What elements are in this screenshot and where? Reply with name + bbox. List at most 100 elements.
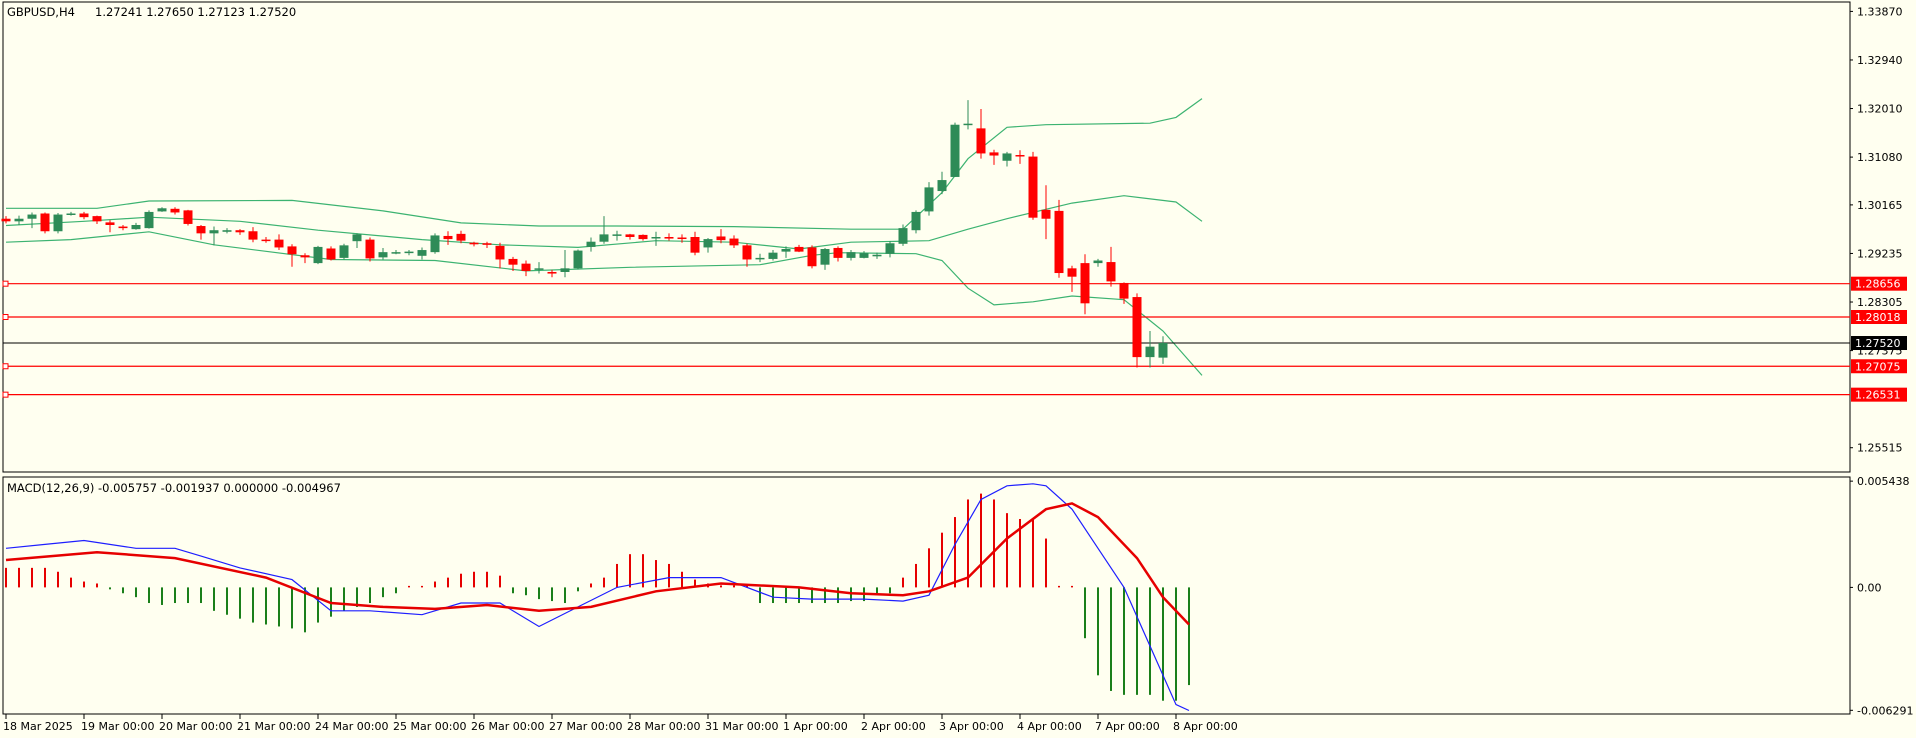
candle-bull — [534, 268, 544, 270]
candle-bull — [404, 251, 414, 254]
candle-bear — [716, 236, 726, 241]
candle-bull — [651, 237, 661, 239]
candle-bull — [612, 234, 622, 236]
candle-bear — [833, 247, 843, 258]
candle-bull — [1145, 346, 1155, 358]
chart-canvas[interactable]: 1.28656 1.28018 1.27075 1.26531 1.33870 1.329… — [0, 0, 1916, 738]
level-price-label: 1.27075 — [1855, 360, 1901, 373]
candle-bear — [1015, 155, 1025, 157]
candle-bear — [989, 152, 999, 156]
candle-bear — [40, 213, 50, 232]
candle-bull — [1002, 153, 1012, 161]
candle-bear — [976, 128, 986, 154]
candle-bull — [781, 249, 791, 252]
candle-bear — [1054, 210, 1064, 274]
candle-bear — [118, 226, 128, 229]
price-tick-label: 1.29235 — [1857, 247, 1903, 260]
candle-bear — [1106, 262, 1116, 282]
candle-bull — [1093, 260, 1103, 264]
price-tick-label: 1.32940 — [1857, 54, 1903, 67]
candle-bull — [703, 239, 713, 248]
macd-tick-label: 0.005438 — [1857, 475, 1910, 488]
time-tick-label: 8 Apr 00:00 — [1173, 720, 1238, 733]
macd-readout: MACD(12,26,9) -0.005757 -0.001937 0.0000… — [7, 481, 341, 495]
macd-tick-label: 0.00 — [1857, 581, 1882, 594]
candle-bull — [820, 249, 830, 265]
price-tick-label: 1.32010 — [1857, 103, 1903, 116]
candle-bear — [235, 230, 245, 233]
level-anchor — [2, 363, 9, 370]
candle-bear — [508, 258, 518, 265]
candle-bear — [456, 233, 466, 241]
candle-bear — [1132, 297, 1142, 358]
candle-bear — [183, 210, 193, 224]
time-tick-label: 21 Mar 00:00 — [237, 720, 310, 733]
candle-bull — [391, 252, 401, 254]
candle-bear — [482, 243, 492, 245]
price-axis: 1.28656 1.28018 1.27075 1.26531 1.33870 1.329… — [1850, 5, 1907, 455]
candle-bear — [248, 231, 258, 240]
time-tick-label: 3 Apr 00:00 — [939, 720, 1004, 733]
level-price-label: 1.26531 — [1855, 389, 1901, 402]
candle-bull — [352, 234, 362, 242]
candle-bull — [755, 257, 765, 260]
candle-bear — [1028, 156, 1038, 218]
candle-bull — [872, 254, 882, 257]
candle-bear — [92, 216, 102, 222]
ohlc-readout: 1.27241 1.27650 1.27123 1.27520 — [95, 5, 296, 19]
time-tick-label: 1 Apr 00:00 — [783, 720, 848, 733]
candle-bear — [625, 234, 635, 237]
candle-bear — [261, 239, 271, 242]
candle-bull — [846, 252, 856, 258]
time-tick-label: 25 Mar 00:00 — [393, 720, 466, 733]
candle-bear — [1041, 209, 1051, 219]
candle-bear — [521, 263, 531, 271]
candle-bull — [131, 224, 141, 230]
macd-axis: 0.005438 0.00 -0.006291 — [1850, 475, 1913, 717]
candle-bull — [27, 214, 37, 219]
candle-bull — [586, 241, 596, 247]
candle-bear — [677, 237, 687, 240]
candle-bull — [859, 253, 869, 258]
candle-bull — [898, 228, 908, 244]
candle-bull — [209, 230, 219, 234]
candle-bear — [300, 255, 310, 258]
macd-tick-label: -0.006291 — [1857, 704, 1913, 717]
time-tick-label: 4 Apr 00:00 — [1017, 720, 1082, 733]
candle-bull — [222, 230, 232, 232]
candle-bear — [1067, 268, 1077, 277]
level-anchor — [2, 391, 9, 398]
candle-bear — [1080, 263, 1090, 304]
candle-bear — [664, 237, 674, 239]
candle-bull — [417, 250, 427, 256]
candle-bull — [53, 214, 63, 232]
candle-bull — [937, 180, 947, 192]
candle-bear — [469, 242, 479, 245]
time-tick-label: 31 Mar 00:00 — [705, 720, 778, 733]
time-tick-label: 20 Mar 00:00 — [159, 720, 232, 733]
time-tick-label: 24 Mar 00:00 — [315, 720, 388, 733]
candle-bull — [339, 245, 349, 258]
candle-bull — [66, 213, 76, 215]
price-panel[interactable] — [2, 1, 1851, 473]
candle-bull — [313, 246, 323, 264]
candle-bear — [287, 246, 297, 255]
level-anchor — [2, 314, 9, 321]
candle-bear — [79, 213, 89, 218]
candle-bear — [495, 245, 505, 260]
level-price-label: 1.28018 — [1855, 311, 1901, 324]
time-tick-label: 28 Mar 00:00 — [627, 720, 700, 733]
candle-bear — [443, 235, 453, 240]
candle-bull — [573, 250, 583, 269]
candle-bull — [430, 235, 440, 253]
time-tick-label: 26 Mar 00:00 — [471, 720, 544, 733]
candle-bull — [378, 252, 388, 258]
price-tick-label: 1.33870 — [1857, 5, 1903, 18]
candle-bear — [638, 234, 648, 240]
candle-bear — [1119, 282, 1129, 299]
candle-bear — [326, 248, 336, 260]
candle-bear — [196, 226, 206, 234]
time-tick-label: 2 Apr 00:00 — [861, 720, 926, 733]
candle-bull — [144, 211, 154, 229]
candle-bull — [560, 268, 570, 272]
